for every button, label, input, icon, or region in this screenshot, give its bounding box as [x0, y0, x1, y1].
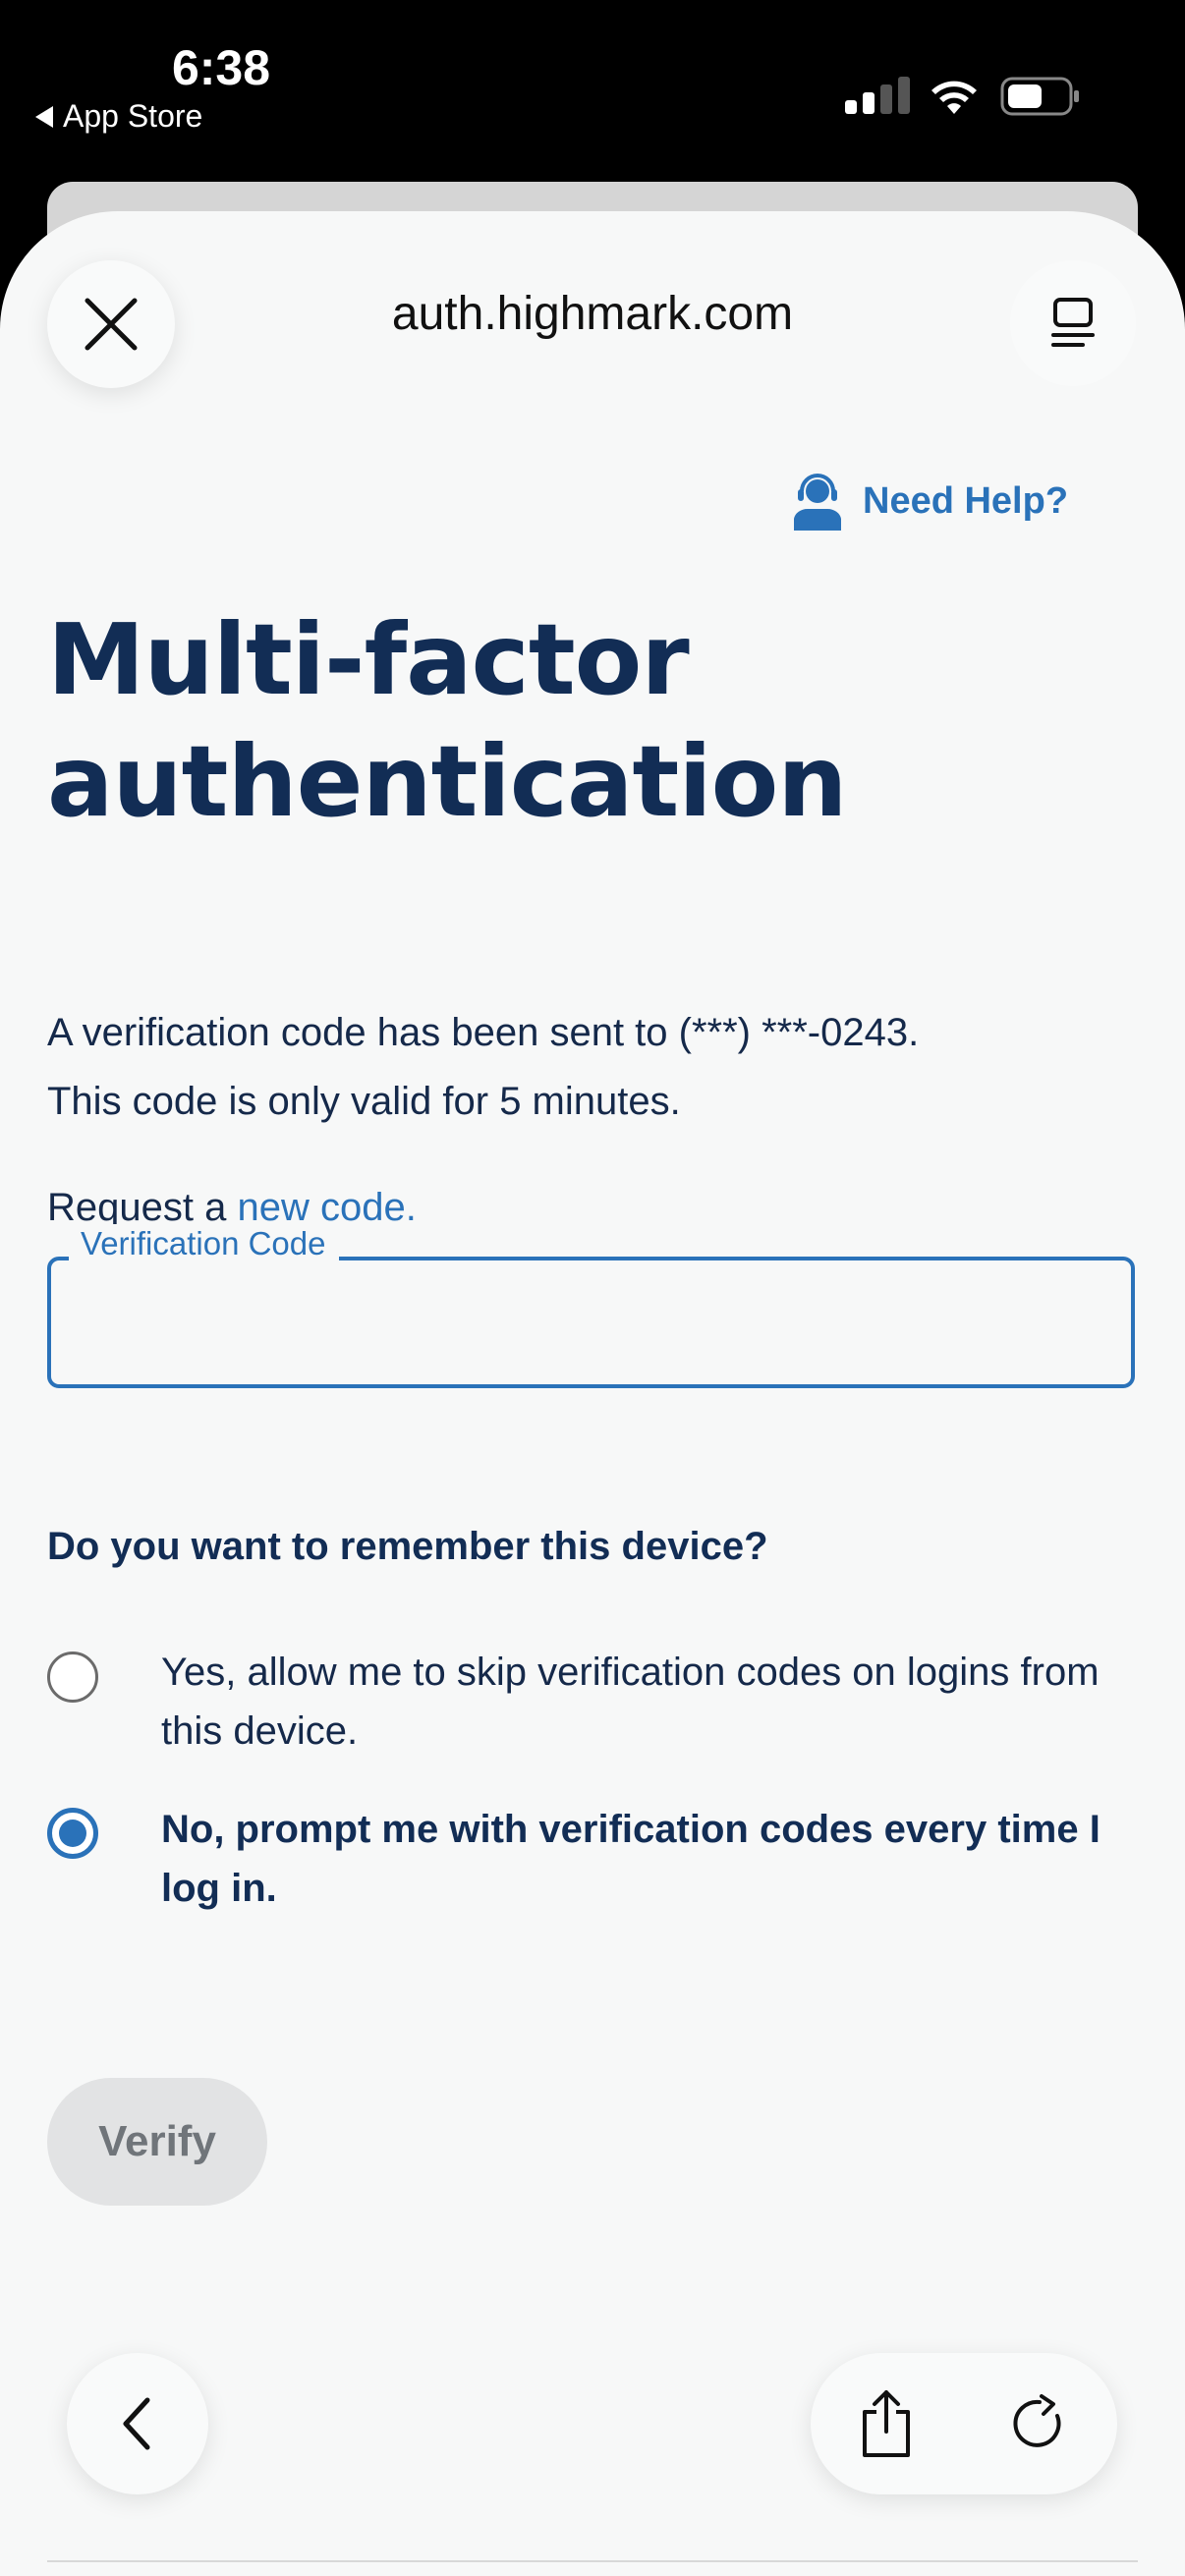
battery-icon: [1000, 77, 1079, 116]
bottom-divider: [47, 2560, 1138, 2562]
page-title-line-2: authentication: [47, 724, 848, 839]
new-code-link[interactable]: new code.: [237, 1186, 416, 1229]
back-to-app-link[interactable]: App Store: [35, 98, 202, 135]
page-title: Multi-factor authentication: [47, 599, 1128, 843]
close-button[interactable]: [47, 260, 175, 388]
url-address[interactable]: auth.highmark.com: [246, 287, 939, 341]
back-triangle-icon: [35, 105, 53, 128]
browser-sheet: [0, 211, 1185, 2576]
need-help-link[interactable]: Need Help?: [792, 472, 1068, 531]
remember-no-radio[interactable]: [47, 1808, 98, 1859]
verify-button[interactable]: Verify: [47, 2078, 267, 2206]
remember-device-question: Do you want to remember this device?: [47, 1525, 768, 1568]
chevron-left-icon: [123, 2397, 150, 2450]
page-options-icon: [1051, 298, 1095, 347]
close-icon: [85, 298, 138, 351]
verification-code-input[interactable]: [51, 1260, 1131, 1384]
remember-no-label[interactable]: No, prompt me with verification codes ev…: [161, 1800, 1144, 1918]
verification-info: A verification code has been sent to (**…: [47, 998, 1148, 1136]
request-prefix: Request a: [47, 1186, 227, 1229]
page-title-line-1: Multi-factor: [47, 602, 690, 717]
share-icon[interactable]: [857, 2388, 916, 2459]
code-valid-message: This code is only valid for 5 minutes.: [47, 1080, 681, 1123]
need-help-label: Need Help?: [863, 479, 1069, 522]
status-time: 6:38: [171, 40, 271, 95]
browser-back-button[interactable]: [67, 2353, 208, 2494]
remember-yes-label[interactable]: Yes, allow me to skip verification codes…: [161, 1643, 1144, 1761]
browser-actions: [811, 2353, 1117, 2494]
radio-selected-dot: [59, 1820, 86, 1847]
verification-code-label: Verification Code: [69, 1224, 340, 1263]
reload-icon[interactable]: [1008, 2392, 1071, 2455]
code-sent-message: A verification code has been sent to (**…: [47, 1011, 920, 1054]
verification-code-field[interactable]: [47, 1257, 1135, 1388]
wifi-icon: [931, 81, 977, 114]
support-agent-icon: [794, 474, 841, 531]
remember-yes-radio[interactable]: [47, 1652, 98, 1703]
back-app-label: App Store: [63, 98, 203, 134]
reader-options-button[interactable]: [1010, 260, 1136, 386]
